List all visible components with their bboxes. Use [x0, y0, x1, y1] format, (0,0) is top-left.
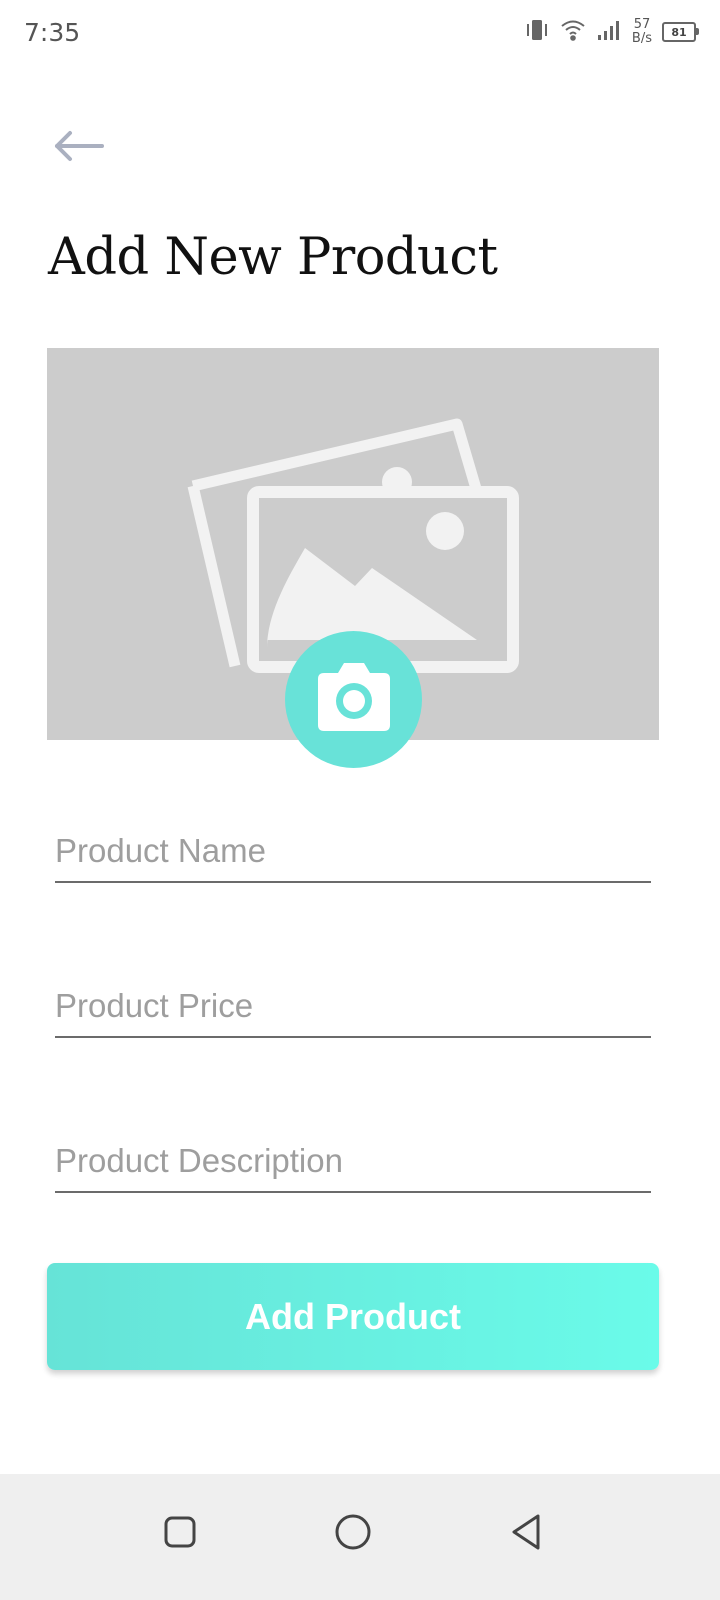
product-description-field	[55, 1131, 651, 1193]
system-back-button[interactable]	[496, 1504, 556, 1564]
system-nav-bar	[0, 1474, 720, 1600]
recents-icon	[162, 1514, 198, 1555]
product-name-input[interactable]	[55, 821, 651, 881]
arrow-left-icon	[50, 131, 110, 174]
add-product-button[interactable]: Add Product	[47, 1263, 659, 1370]
camera-icon	[312, 659, 396, 740]
wifi-icon	[560, 18, 586, 46]
battery-level: 81	[671, 25, 687, 39]
network-speed-unit: B/s	[631, 31, 652, 46]
product-price-input[interactable]	[55, 976, 651, 1036]
status-icons: 57 B/s 81	[524, 14, 699, 50]
home-icon	[333, 1512, 373, 1557]
product-price-field	[55, 976, 651, 1038]
vibrate-icon	[524, 18, 550, 46]
product-name-field	[55, 821, 651, 883]
network-speed-value: 57	[633, 17, 651, 32]
back-icon	[508, 1512, 544, 1557]
battery-icon: 81	[662, 22, 699, 42]
signal-icon	[596, 18, 622, 46]
status-time: 7:35	[24, 18, 81, 47]
back-button[interactable]	[50, 122, 110, 170]
status-bar: 7:35 57 B/s 81	[0, 0, 720, 66]
home-button[interactable]	[323, 1504, 383, 1564]
page-title: Add New Product	[48, 228, 498, 287]
network-speed: 57 B/s	[632, 18, 652, 46]
recents-button[interactable]	[150, 1504, 210, 1564]
camera-button[interactable]	[285, 631, 422, 768]
product-description-input[interactable]	[55, 1131, 651, 1191]
